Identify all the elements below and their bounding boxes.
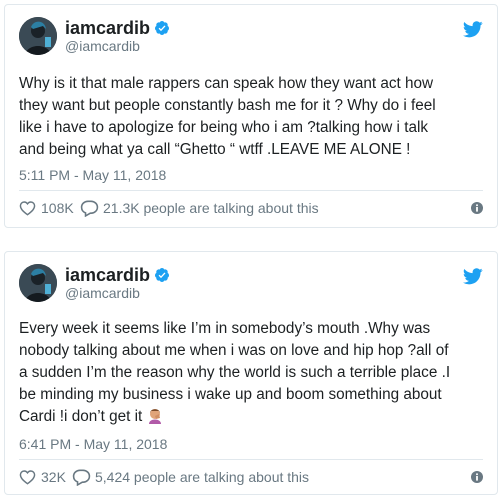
facepalm-icon bbox=[149, 409, 162, 424]
avatar[interactable] bbox=[19, 17, 57, 55]
tweet-header: iamcardib @iamcardib bbox=[19, 264, 485, 302]
screen-name[interactable]: @iamcardib bbox=[65, 38, 140, 54]
divider bbox=[19, 459, 483, 460]
tweet-header: iamcardib @iamcardib bbox=[19, 17, 485, 55]
reply-bubble-icon[interactable] bbox=[72, 468, 91, 486]
tweet-card[interactable]: iamcardib @iamcardib Why is it that male… bbox=[4, 4, 498, 228]
avatar-image-icon bbox=[19, 264, 57, 302]
tweet-timestamp[interactable]: 6:41 PM - May 11, 2018 bbox=[19, 435, 167, 453]
tweet-text-body: Every week it seems like I’m in somebody… bbox=[19, 320, 451, 425]
tweet-actions: 108K 21.3K people are talking about this bbox=[19, 197, 483, 219]
talking-about-count[interactable]: 5,424 people are talking about this bbox=[95, 466, 309, 488]
tweet-timestamp[interactable]: 5:11 PM - May 11, 2018 bbox=[19, 166, 166, 184]
verified-badge-icon bbox=[154, 268, 169, 282]
twitter-bird-icon[interactable] bbox=[463, 268, 483, 285]
tweet-text: Why is it that male rappers can speak ho… bbox=[19, 75, 436, 158]
info-icon[interactable] bbox=[471, 471, 483, 483]
display-name[interactable]: iamcardib bbox=[65, 265, 150, 285]
info-icon[interactable] bbox=[471, 202, 483, 214]
heart-icon[interactable] bbox=[19, 200, 36, 216]
like-count[interactable]: 108K bbox=[41, 197, 74, 219]
avatar-image-icon bbox=[19, 17, 57, 55]
verified-badge-icon bbox=[154, 21, 169, 35]
tweet-text: Every week it seems like I’m in somebody… bbox=[19, 318, 487, 428]
twitter-bird-icon[interactable] bbox=[463, 21, 483, 38]
heart-icon[interactable] bbox=[19, 469, 36, 485]
avatar[interactable] bbox=[19, 264, 57, 302]
talking-about-count[interactable]: 21.3K people are talking about this bbox=[103, 197, 319, 219]
like-count[interactable]: 32K bbox=[41, 466, 66, 488]
display-name[interactable]: iamcardib bbox=[65, 18, 150, 38]
reply-bubble-icon[interactable] bbox=[80, 199, 99, 217]
screen-name[interactable]: @iamcardib bbox=[65, 285, 140, 301]
divider bbox=[19, 190, 483, 191]
tweet-card[interactable]: iamcardib @iamcardib Every week it seems… bbox=[4, 251, 498, 495]
tweet-actions: 32K 5,424 people are talking about this bbox=[19, 466, 483, 488]
